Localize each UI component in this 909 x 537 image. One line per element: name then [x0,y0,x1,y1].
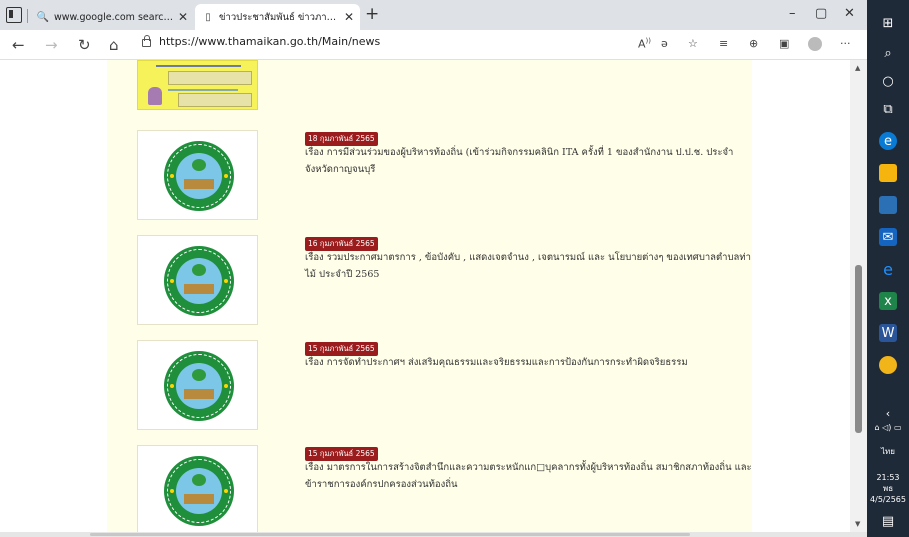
refresh-icon[interactable]: ↻ [78,36,91,54]
scrollbar-thumb[interactable] [855,265,862,433]
news-item[interactable]: 15 กุมภาพันธ์ 2565 เรื่อง การจัดทำประกาศ… [137,340,747,440]
tab-google-search[interactable]: 🔍 www.google.com search - Searc ✕ [30,4,194,30]
windows-start-icon[interactable]: ⊞ [879,14,897,32]
show-hidden-icons-icon[interactable]: ‹ [867,408,909,419]
tab-news-active[interactable]: ▯ ข่าวประชาสัมพันธ์ ข่าวภาษี ข่าวกิจกรรม… [195,4,360,30]
excel-icon[interactable]: x [879,292,897,310]
chrome-icon[interactable] [879,356,897,374]
news-title-link[interactable]: เรื่อง การจัดทำประกาศฯ ส่งเสริมคุณธรรมแล… [305,354,760,371]
forward-icon[interactable]: → [45,36,58,54]
notifications-icon[interactable]: ▤ [879,512,897,530]
minimize-button[interactable]: – [789,6,796,21]
municipality-seal-logo [164,351,234,421]
scroll-up-icon[interactable]: ▲ [855,64,860,72]
store-icon[interactable] [879,196,897,214]
file-explorer-icon[interactable] [879,164,897,182]
news-title-link[interactable]: เรื่อง การมีส่วนร่วมของผู้บริหารท้องถิ่น… [305,144,760,178]
translate-icon[interactable]: ə [661,37,668,50]
read-aloud-icon[interactable]: A)) [638,37,651,51]
clock-date: 4/5/2565 [870,495,906,504]
vertical-scrollbar[interactable]: ▲ ▼ [850,60,867,532]
tab-actions-icon[interactable] [6,7,22,23]
scroll-down-icon[interactable]: ▼ [855,520,860,528]
system-tray-icons[interactable]: ⌂ ◁) ▭ [867,422,909,433]
close-tab-icon[interactable]: ✕ [178,10,188,24]
favorite-icon[interactable]: ☆ [688,37,698,50]
search-icon: 🔍 [36,11,50,23]
cortana-icon[interactable]: ○ [879,72,897,90]
municipality-seal-logo [164,456,234,526]
screenshot-icon[interactable]: ▣ [779,37,789,50]
back-icon[interactable]: ← [12,36,25,54]
search-icon[interactable]: ⌕ [879,44,897,62]
input-language[interactable]: ไทย [867,446,909,457]
tab-bar: 🔍 www.google.com search - Searc ✕ ▯ ข่าว… [0,0,867,30]
close-window-button[interactable]: ✕ [844,6,855,21]
maximize-button[interactable]: ▢ [815,6,827,21]
news-thumbnail[interactable] [137,445,258,532]
municipality-seal-logo [164,141,234,211]
internet-explorer-icon[interactable]: e [879,260,897,279]
url-text: https://www.thamaikan.go.th/Main/news [159,35,381,48]
lock-icon [142,34,151,47]
task-view-icon[interactable]: ⧉ [879,100,897,118]
news-thumbnail[interactable] [137,340,258,430]
h-scrollbar-thumb[interactable] [90,533,690,536]
more-menu-icon[interactable]: ··· [840,37,851,50]
news-item[interactable]: 15 กุมภาพันธ์ 2565 เรื่อง มาตรการในการสร… [137,445,752,532]
news-thumbnail[interactable] [137,235,258,325]
word-icon[interactable]: W [879,324,897,342]
clock-time[interactable]: 21:53 [867,472,909,483]
mail-icon[interactable]: ✉ [879,228,897,246]
news-column: 18 กุมภาพันธ์ 2565 เรื่อง การมีส่วนร่วมข… [107,60,752,532]
news-title-link[interactable]: เรื่อง รวมประกาศมาตรการ , ข้อบังคับ , แส… [305,249,760,283]
news-item[interactable]: 16 กุมภาพันธ์ 2565 เรื่อง รวมประกาศมาตรก… [137,235,751,335]
horizontal-scrollbar[interactable] [0,532,867,537]
profile-avatar[interactable] [808,37,822,51]
address-bar[interactable]: https://www.thamaikan.go.th/Main/news [142,34,381,48]
clock-day: พธ [882,484,894,493]
home-icon[interactable]: ⌂ [109,36,119,54]
announcement-poster-image[interactable] [137,60,258,110]
close-tab-icon[interactable]: ✕ [344,10,354,24]
page-viewport: 18 กุมภาพันธ์ 2565 เรื่อง การมีส่วนร่วมข… [0,60,850,532]
tab-label: www.google.com search - Searc [54,11,174,23]
favorites-list-icon[interactable]: ≡ [719,37,728,50]
news-thumbnail[interactable] [137,130,258,220]
new-tab-button[interactable]: + [365,4,379,24]
edge-icon[interactable]: e [879,132,897,150]
news-item[interactable]: 18 กุมภาพันธ์ 2565 เรื่อง การมีส่วนร่วมข… [137,130,747,230]
news-title-link[interactable]: เรื่อง มาตรการในการสร้างจิตสำนึกและความต… [305,459,760,493]
municipality-seal-logo [164,246,234,316]
page-icon: ▯ [205,11,211,23]
windows-taskbar: ⊞ ⌕ ○ ⧉ e ✉ e x W ‹ ⌂ ◁) ▭ ไทย 21:53 พธ … [867,0,909,537]
tab-separator [27,9,28,23]
tab-label: ข่าวประชาสัมพันธ์ ข่าวภาษี ข่าวกิจกรรม [219,11,340,23]
browser-toolbar: ← → ↻ ⌂ https://www.thamaikan.go.th/Main… [0,30,867,60]
collections-icon[interactable]: ⊕ [749,37,758,50]
